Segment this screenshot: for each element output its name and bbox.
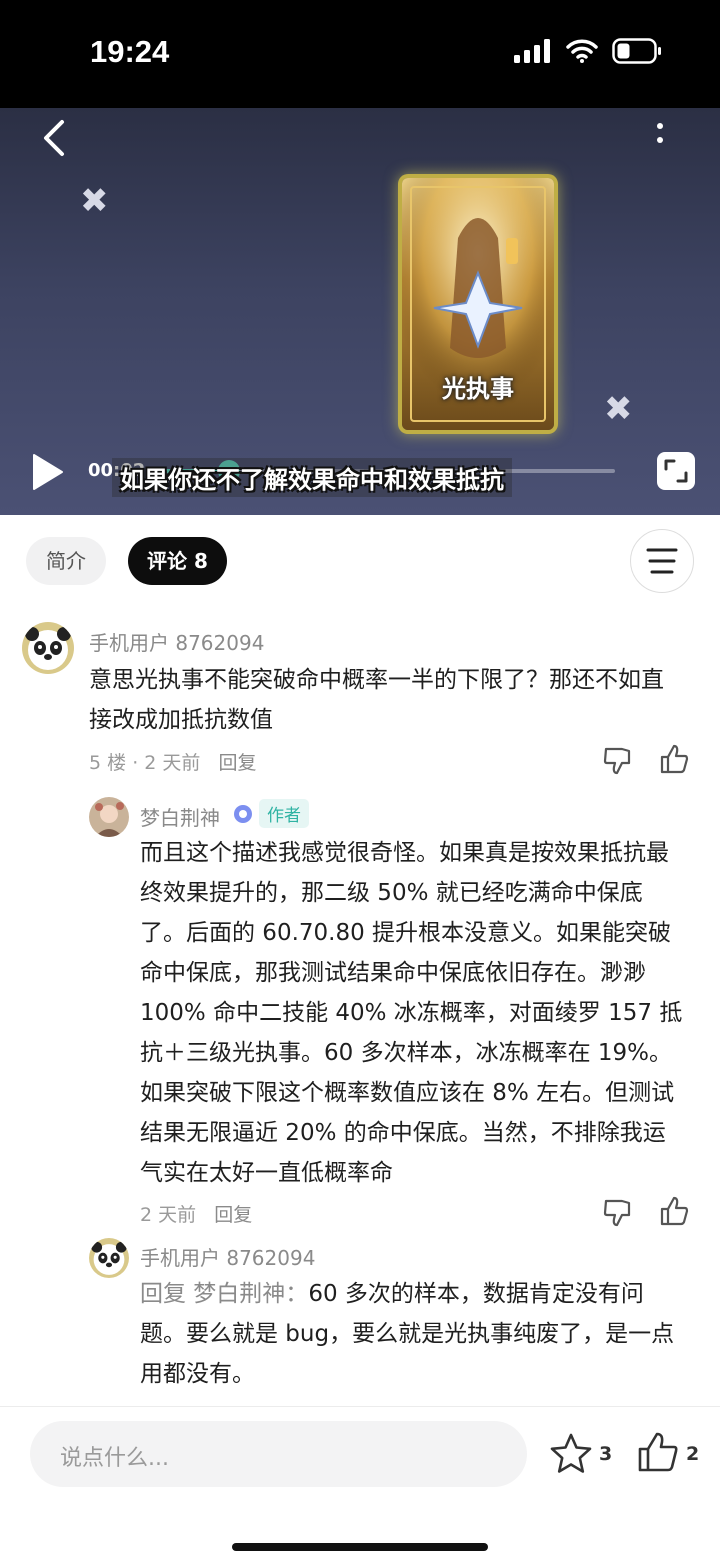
- dislike-icon[interactable]: [602, 745, 634, 777]
- home-indicator: [232, 1543, 488, 1551]
- tabs-row: 简介 评论 8: [0, 515, 720, 610]
- author-badge: 作者: [259, 799, 309, 828]
- battery-icon: [612, 38, 661, 64]
- comment-meta: 5 楼 · 2 天前 回复: [89, 752, 257, 774]
- reply-text: 回复 梦白荆神：60 多次的样本，数据肯定没有问题。要么就是 bug，要么就是光…: [140, 1274, 688, 1394]
- panda-avatar-icon: [89, 1238, 129, 1278]
- back-icon[interactable]: [36, 116, 76, 160]
- reply-time: 2 天前: [140, 1204, 197, 1226]
- fullscreen-icon[interactable]: [656, 451, 696, 491]
- video-player[interactable]: ✖ ✖ 光执事 00:02 如果你还不了解效果命中和效果抵抗: [0, 108, 720, 515]
- sparkle-icon: ✖: [604, 389, 633, 429]
- wifi-icon: [566, 39, 598, 63]
- like-icon[interactable]: [635, 1429, 681, 1475]
- reply-prefix[interactable]: 回复 梦白荆神：: [140, 1281, 308, 1307]
- reply-button[interactable]: 回复: [214, 1204, 252, 1226]
- comment-input-placeholder: 说点什么...: [60, 1446, 169, 1471]
- reply-text: 而且这个描述我感觉很奇怪。如果真是按效果抵抗最终效果提升的，那二级 50% 就已…: [140, 840, 683, 1186]
- star-icon[interactable]: [548, 1431, 594, 1477]
- status-bar: 19:24: [0, 0, 720, 108]
- reply-button[interactable]: 回复: [218, 752, 256, 774]
- star-count: 3: [599, 1443, 613, 1465]
- reply-meta: 2 天前 回复: [140, 1200, 252, 1227]
- avatar[interactable]: [89, 1238, 129, 1278]
- status-time: 19:24: [90, 34, 170, 69]
- status-icons: [514, 38, 662, 64]
- comment-floor: 5 楼: [89, 752, 127, 774]
- panda-avatar-icon: [22, 622, 74, 674]
- comment-username[interactable]: 手机用户 8762094: [89, 627, 264, 656]
- menu-icon: [646, 548, 678, 574]
- sparkle-icon: ✖: [80, 181, 109, 221]
- more-vertical-icon[interactable]: [652, 118, 668, 158]
- menu-button[interactable]: [630, 529, 694, 593]
- tarot-card-image: 光执事: [402, 178, 554, 430]
- verified-icon: [234, 805, 252, 823]
- like-icon[interactable]: [658, 1195, 690, 1227]
- reply-username[interactable]: 手机用户 8762094: [140, 1242, 315, 1271]
- play-icon[interactable]: [28, 452, 68, 492]
- card-title: 光执事: [442, 375, 514, 403]
- comment-time: 2 天前: [144, 752, 201, 774]
- avatar[interactable]: [89, 797, 129, 837]
- video-subtitle: 如果你还不了解效果命中和效果抵抗: [112, 458, 512, 497]
- reply-username[interactable]: 梦白荆神: [140, 802, 220, 831]
- signal-icon: [514, 39, 550, 63]
- comment-list: 手机用户 8762094 意思光执事不能突破命中概率一半的下限了？那还不如直接改…: [0, 610, 720, 1406]
- tab-intro[interactable]: 简介: [26, 537, 106, 585]
- author-avatar-icon: [89, 797, 129, 837]
- like-icon[interactable]: [658, 743, 690, 775]
- bottom-bar: 说点什么... 3 2: [0, 1406, 720, 1562]
- dislike-icon[interactable]: [602, 1197, 634, 1229]
- like-count: 2: [686, 1443, 700, 1465]
- comment-text: 意思光执事不能突破命中概率一半的下限了？那还不如直接改成加抵抗数值: [89, 667, 664, 733]
- tab-comments[interactable]: 评论 8: [128, 537, 227, 585]
- comment-input[interactable]: 说点什么...: [30, 1421, 527, 1487]
- avatar[interactable]: [22, 622, 74, 674]
